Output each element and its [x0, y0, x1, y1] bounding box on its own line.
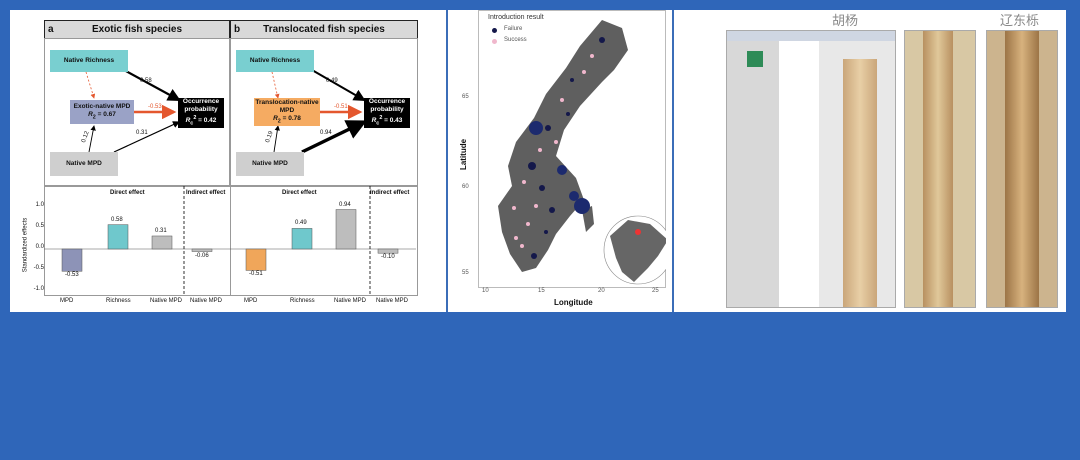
effect-bar — [335, 209, 357, 250]
effect-bar-value: -0.06 — [195, 252, 209, 259]
effect-bar-value: 0.31 — [155, 227, 167, 234]
map-point — [545, 125, 551, 131]
label-liaodong-li: 辽东栎 — [1000, 14, 1040, 29]
tree-ring-panel: 胡杨 辽东栎 — [678, 10, 1066, 310]
effect-bar — [151, 235, 173, 250]
map-point — [539, 185, 545, 191]
sweden-map — [498, 20, 666, 285]
effect-bar — [107, 224, 129, 250]
sw-green-icon — [747, 51, 763, 67]
map-point — [534, 204, 538, 208]
effect-bar — [61, 248, 83, 272]
map-point — [549, 207, 555, 213]
effect-bar-category: Native MPD — [150, 298, 183, 304]
map-xtick-15: 15 — [538, 288, 545, 294]
software-window-1 — [726, 30, 896, 308]
map-point — [531, 253, 537, 259]
map-point — [554, 140, 558, 144]
effect-bar — [377, 248, 399, 254]
map-point — [590, 54, 594, 58]
map-point — [514, 236, 518, 240]
sw-toolbar — [727, 31, 895, 41]
map-xtick-25: 25 — [652, 288, 659, 294]
map-point — [538, 148, 542, 152]
label-hu-yang: 胡杨 — [832, 14, 859, 29]
map-point — [570, 78, 574, 82]
software-window-2 — [904, 30, 976, 308]
map-point — [599, 37, 605, 43]
effects-bars — [44, 186, 416, 294]
map-point — [522, 180, 526, 184]
map-point — [528, 162, 536, 170]
map-point — [557, 165, 567, 175]
map-point — [529, 121, 543, 135]
map-point — [566, 112, 570, 116]
software-window-3 — [986, 30, 1058, 308]
map-xlabel: Longitude — [554, 298, 593, 307]
divider-1 — [446, 10, 448, 312]
map-point — [544, 230, 548, 234]
sw-core-image — [843, 59, 877, 307]
sem-figure: a Exotic fish species b Translocated fis… — [14, 20, 418, 308]
effect-bar — [291, 228, 313, 250]
effect-bar-value: 0.58 — [111, 216, 123, 223]
map-point — [520, 244, 524, 248]
sw-side-panel — [727, 41, 779, 307]
effect-bar-category: Native MPD — [376, 298, 409, 304]
map-point — [512, 206, 516, 210]
slide-background: { "figure": { "panel_a": { "tag": "a", "… — [0, 0, 1080, 460]
effect-bar-value: 0.94 — [339, 201, 351, 208]
effect-bar-category: Richness — [290, 298, 315, 304]
map-point — [574, 198, 590, 214]
effect-bar-value: -0.51 — [249, 271, 263, 278]
divider-2 — [672, 10, 674, 312]
effect-bar-category: Native MPD — [190, 298, 223, 304]
effect-bar-category: MPD — [244, 298, 258, 304]
effect-bar-category: Native MPD — [334, 298, 367, 304]
map-xtick-20: 20 — [598, 288, 605, 294]
effect-bar — [191, 248, 213, 252]
effect-bar-value: -0.53 — [65, 272, 79, 279]
effect-bar — [245, 248, 267, 271]
effect-bar-category: Richness — [106, 298, 131, 304]
map-xtick-10: 10 — [482, 288, 489, 294]
globe-highlight — [635, 229, 641, 235]
effect-bar-value: 0.49 — [295, 220, 307, 227]
core-image-2 — [923, 31, 953, 307]
map-point — [560, 98, 564, 102]
map-point — [582, 70, 586, 74]
effect-bar-value: -0.10 — [381, 254, 395, 261]
map-point — [526, 222, 530, 226]
sw-graph-area — [779, 41, 819, 307]
sweden-map-panel: Introduction result Failure Success Lati… — [452, 10, 666, 310]
core-image-3 — [1005, 31, 1039, 307]
effect-bar-category: MPD — [60, 298, 74, 304]
